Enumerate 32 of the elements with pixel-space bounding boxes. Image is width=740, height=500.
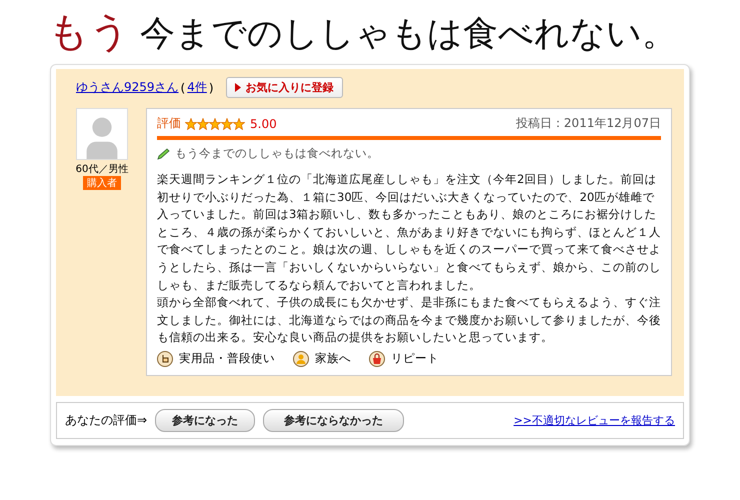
page-title: 今までのししゃもは食べれない。 bbox=[140, 13, 677, 56]
review-paragraph: 楽天週間ランキング１位の「北海道広尾産ししゃも」を注文（今年2回目）しました。前回は初せりで小ぶりだった為、１箱に30匹、今回はだいぶ大きくなっていたので、20匹が雄雌で入っていました。前回は3箱お願いし、数も多かったこともあり、娘のところにお裾分けしたところ、４歳の孫が柔らかくておいしいと、魚があまり好きでないにも拘らず、ほとんど１人で食べてしまったとのこと。娘は次の週、ししゃもを近くのスーパーで買って来て食べさせようとしたら、孫は一言「おいしくないからいらない」と食べてもらえず、娘から、この前のししゃも、まだ販売してるなら頼んでおいてと言われました。 bbox=[157, 171, 661, 294]
helpful-button[interactable]: 参考になった bbox=[155, 408, 256, 432]
star-icon bbox=[185, 118, 197, 130]
rating-label: 評価 bbox=[157, 115, 181, 132]
bag-icon bbox=[369, 350, 385, 367]
helpful-button[interactable]: 参考にならなかった bbox=[263, 408, 404, 432]
tag-label: 家族へ bbox=[315, 351, 351, 366]
review-paragraph: 頭から全部食べれて、子供の成長にも欠かせず、是非孫にもまた食べてもらえるよう、すぐ注文しました。御社には、北海道ならではの商品を今まで幾度かお願いして参りましたが、今後も信頼の出来る。安心な良い商品の提供をお願いしたいと思っています。 bbox=[157, 294, 661, 346]
report-link[interactable]: >>不適切なレビューを報告する bbox=[514, 412, 675, 428]
star-icon bbox=[209, 118, 221, 130]
title-lead: もう bbox=[48, 8, 130, 57]
star-icon bbox=[221, 118, 233, 130]
rating-score: 5.00 bbox=[250, 116, 277, 130]
person-icon bbox=[293, 350, 309, 367]
caret-icon bbox=[234, 83, 241, 92]
favorite-button[interactable]: お気に入りに登録 bbox=[226, 77, 343, 98]
age-gender: 60代／男性 bbox=[76, 162, 128, 176]
count-paren: ) bbox=[208, 80, 214, 94]
avatar-icon bbox=[76, 108, 128, 160]
reviewer-link[interactable]: ゆうさん9259さん bbox=[76, 79, 179, 96]
tag-label: リピート bbox=[391, 351, 439, 366]
star-icon bbox=[197, 118, 209, 130]
feedback-label: あなたの評価⇒ bbox=[65, 412, 148, 429]
review-count-link[interactable]: 4件 bbox=[187, 79, 207, 96]
buyer-badge: 購入者 bbox=[83, 176, 121, 190]
count-paren: ( bbox=[180, 80, 186, 94]
post-date: 投稿日：2011年12月07日 bbox=[516, 115, 661, 132]
star-icon bbox=[233, 118, 245, 130]
tag-label: 実用品・普段使い bbox=[179, 351, 275, 366]
pencil-icon bbox=[157, 148, 171, 160]
review-summary: もう今までのししゃもは食べれない。 bbox=[175, 146, 379, 161]
